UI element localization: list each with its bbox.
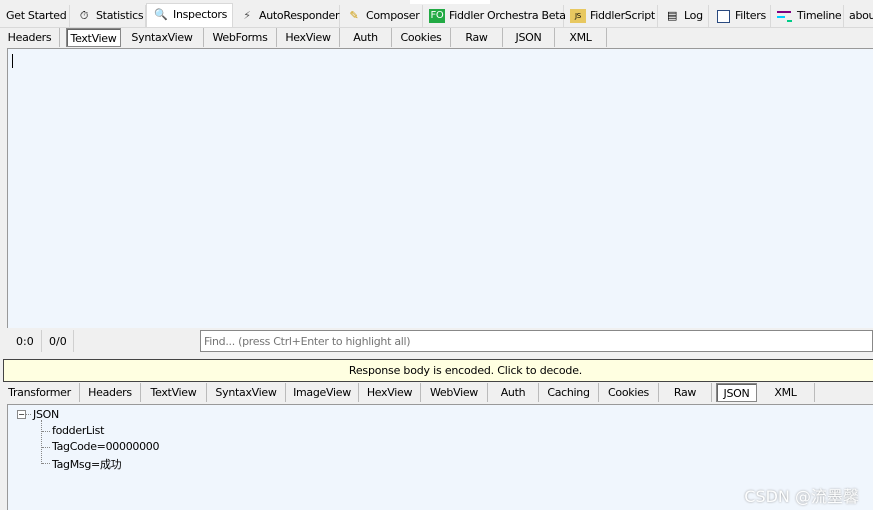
script-icon: JS bbox=[570, 9, 586, 23]
req-tab-json[interactable]: JSON bbox=[503, 28, 555, 47]
tab-label: Fiddler Orchestra Beta bbox=[449, 9, 566, 22]
resp-tab-syntaxview[interactable]: SyntaxView bbox=[207, 383, 286, 402]
request-text-editor[interactable] bbox=[7, 48, 873, 328]
document-icon: ▤ bbox=[666, 9, 678, 22]
pencil-icon: ✎ bbox=[349, 9, 359, 22]
tree-node-root[interactable]: JSON bbox=[33, 408, 59, 421]
req-tab-cookies[interactable]: Cookies bbox=[392, 28, 451, 47]
tab-timeline[interactable]: Timeline bbox=[771, 5, 844, 27]
resp-tab-raw[interactable]: Raw bbox=[659, 383, 712, 402]
req-tab-raw[interactable]: Raw bbox=[451, 28, 503, 47]
banner-text: Response body is encoded. Click to decod… bbox=[348, 364, 583, 377]
tab-label: abou bbox=[849, 9, 873, 22]
lightning-icon: ⚡ bbox=[243, 9, 251, 22]
tab-fiddler-orchestra[interactable]: FO Fiddler Orchestra Beta bbox=[423, 5, 566, 27]
decode-banner[interactable]: Response body is encoded. Click to decod… bbox=[3, 359, 873, 382]
tab-fiddlerscript[interactable]: JS FiddlerScript bbox=[564, 5, 658, 27]
resp-tab-caching[interactable]: Caching bbox=[539, 383, 599, 402]
resp-tab-cookies[interactable]: Cookies bbox=[599, 383, 659, 402]
resp-tab-textview[interactable]: TextView bbox=[141, 383, 207, 402]
tab-log[interactable]: ▤ Log bbox=[658, 5, 709, 27]
tab-label: Statistics bbox=[96, 9, 144, 22]
req-tab-xml[interactable]: XML bbox=[555, 28, 607, 47]
req-tab-auth[interactable]: Auth bbox=[340, 28, 392, 47]
window-gap bbox=[410, 0, 490, 4]
tab-label: Filters bbox=[735, 9, 766, 22]
req-tab-textview[interactable]: TextView bbox=[66, 28, 121, 47]
stopwatch-icon: ⏱ bbox=[79, 9, 89, 22]
tab-statistics[interactable]: ⏱ Statistics bbox=[70, 5, 146, 27]
tree-node[interactable]: fodderList bbox=[52, 424, 104, 437]
match-count: 0/0 bbox=[49, 335, 67, 348]
tab-filters[interactable]: Filters bbox=[709, 5, 771, 27]
tree-node[interactable]: TagCode=00000000 bbox=[52, 440, 159, 453]
resp-tab-auth[interactable]: Auth bbox=[488, 383, 539, 402]
cursor-position: 0:0 bbox=[16, 335, 34, 348]
resp-tab-imageview[interactable]: ImageView bbox=[286, 383, 359, 402]
tab-composer[interactable]: ✎ Composer bbox=[340, 5, 423, 27]
resp-tab-json[interactable]: JSON bbox=[716, 383, 757, 402]
magnifier-icon: 🔍 bbox=[154, 8, 168, 21]
request-tab-bar: Headers TextView SyntaxView WebForms Hex… bbox=[0, 27, 873, 48]
req-tab-webforms[interactable]: WebForms bbox=[204, 28, 277, 47]
tab-label: Timeline bbox=[797, 9, 842, 22]
tab-about[interactable]: abou bbox=[844, 5, 873, 27]
resp-tab-headers[interactable]: Headers bbox=[80, 383, 141, 402]
req-tab-hexview[interactable]: HexView bbox=[277, 28, 340, 47]
tab-label: Get Started bbox=[6, 9, 67, 22]
resp-tab-transformer[interactable]: Transformer bbox=[0, 383, 80, 402]
find-input[interactable] bbox=[200, 330, 873, 352]
response-tab-bar: Transformer Headers TextView SyntaxView … bbox=[0, 382, 873, 403]
checkbox-icon bbox=[715, 9, 731, 23]
text-cursor bbox=[12, 54, 13, 68]
resp-tab-xml[interactable]: XML bbox=[757, 383, 815, 402]
status-bar: 0:0 0/0 bbox=[0, 330, 873, 352]
resp-tab-webview[interactable]: WebView bbox=[421, 383, 488, 402]
tab-label: Inspectors bbox=[173, 8, 228, 21]
resp-tab-hexview[interactable]: HexView bbox=[359, 383, 421, 402]
timeline-icon bbox=[777, 9, 793, 23]
collapse-icon[interactable]: − bbox=[17, 410, 26, 419]
tab-inspectors[interactable]: 🔍 Inspectors bbox=[146, 3, 233, 27]
req-tab-headers[interactable]: Headers bbox=[0, 28, 60, 47]
tab-label: AutoResponder bbox=[259, 9, 340, 22]
watermark: CSDN @流墨馨 bbox=[744, 487, 859, 506]
tab-label: FiddlerScript bbox=[590, 9, 655, 22]
req-tab-syntaxview[interactable]: SyntaxView bbox=[121, 28, 204, 47]
tab-label: Log bbox=[684, 9, 703, 22]
fo-icon: FO bbox=[429, 9, 445, 23]
tab-autoresponder[interactable]: ⚡ AutoResponder bbox=[233, 5, 340, 27]
tab-label: Composer bbox=[366, 9, 420, 22]
tab-get-started[interactable]: Get Started bbox=[0, 5, 70, 27]
tree-node[interactable]: TagMsg=成功 bbox=[52, 456, 122, 472]
